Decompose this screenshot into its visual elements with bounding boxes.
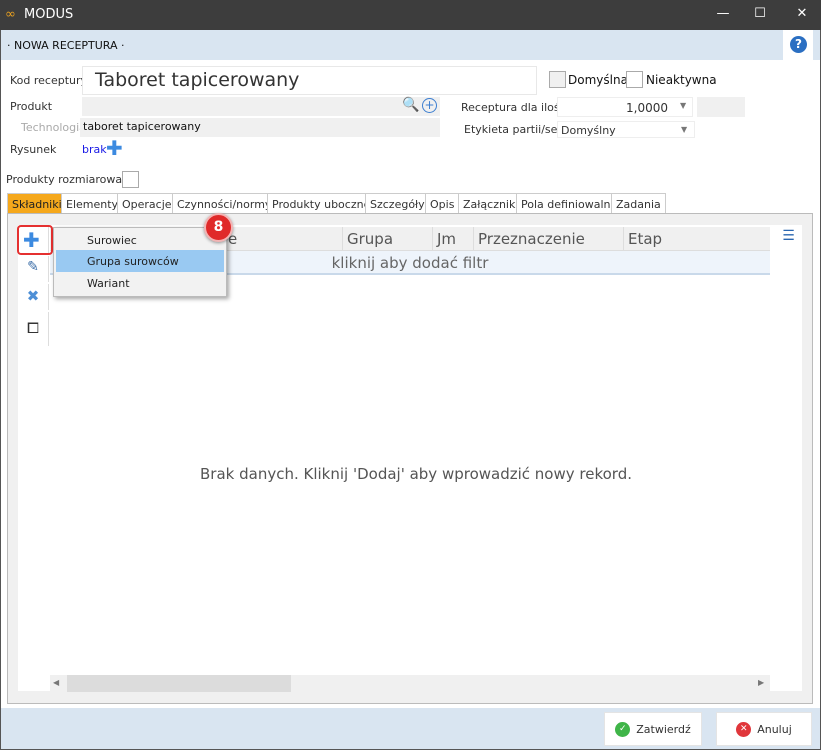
chevron-down-icon[interactable]: ▼ — [680, 101, 686, 110]
delete-button[interactable]: ✖ — [18, 284, 49, 310]
tab-produkty-uboczne[interactable]: Produkty uboczne — [267, 193, 376, 214]
cancel-label: Anuluj — [757, 722, 792, 736]
cancel-x-icon: ✕ — [736, 721, 752, 737]
resize-button[interactable]: ⧠ — [18, 312, 49, 346]
column-header-nazwa[interactable]: e — [224, 227, 343, 251]
close-button[interactable]: ✕ — [792, 6, 812, 21]
confirm-label: Zatwierdź — [636, 722, 691, 736]
etykieta-select[interactable]: Domyślny — [557, 121, 695, 138]
help-icon: ? — [790, 36, 807, 53]
tab-czynnosci[interactable]: Czynności/normy — [172, 193, 277, 214]
column-header-jm[interactable]: Jm — [433, 227, 474, 251]
form-header: · NOWA RECEPTURA · ? — [0, 30, 821, 60]
column-header-przeznaczenie[interactable]: Przeznaczenie — [474, 227, 624, 251]
maximize-button[interactable]: ☐ — [750, 6, 770, 21]
add-drawing-icon[interactable]: ✚ — [106, 138, 123, 158]
menu-item-grupa-surowcow[interactable]: Grupa surowców — [56, 250, 224, 272]
kod-input[interactable]: Taboret tapicerowany — [82, 66, 537, 95]
empty-message: Brak danych. Kliknij 'Dodaj' aby wprowad… — [200, 465, 632, 483]
tab-skladniki[interactable]: Składniki — [7, 193, 67, 214]
menu-item-surowiec[interactable]: Surowiec — [56, 229, 224, 251]
horizontal-scrollbar[interactable]: ◀ ▶ — [50, 675, 770, 692]
produkt-input[interactable] — [82, 97, 440, 116]
nieaktywna-label: Nieaktywna — [646, 73, 717, 87]
column-header-grupa[interactable]: Grupa — [343, 227, 433, 251]
help-button[interactable]: ? — [783, 30, 813, 60]
tab-zadania[interactable]: Zadania — [611, 193, 666, 214]
scroll-left-icon[interactable]: ◀ — [53, 678, 59, 687]
app-logo-icon: ∞ — [5, 7, 16, 22]
step-badge: 8 — [204, 213, 233, 242]
form-title: · NOWA RECEPTURA · — [7, 39, 125, 52]
rozmiarowane-checkbox[interactable] — [122, 171, 139, 188]
pencil-icon: ✎ — [27, 259, 39, 275]
technologia-label: Technologia — [21, 121, 86, 134]
ilosc-label: Receptura dla ilości — [461, 101, 569, 114]
delete-x-icon: ✖ — [26, 287, 40, 305]
resize-icon: ⧠ — [26, 319, 39, 337]
tab-pola-definiowalne[interactable]: Pola definiowalne — [516, 193, 623, 214]
window-title: MODUS — [24, 7, 74, 22]
tab-opis[interactable]: Opis — [425, 193, 460, 214]
tab-zalaczniki[interactable]: Załączniki — [458, 193, 524, 214]
tab-elementy[interactable]: Elementy — [61, 193, 124, 214]
etykieta-label: Etykieta partii/serii — [464, 123, 569, 136]
scroll-right-icon[interactable]: ▶ — [758, 678, 764, 687]
edit-button[interactable]: ✎ — [18, 256, 49, 282]
domyslna-checkbox[interactable] — [549, 71, 566, 88]
cancel-button[interactable]: ✕ Anuluj — [716, 712, 812, 746]
minimize-button[interactable]: — — [713, 6, 733, 21]
rozmiarowane-label: Produkty rozmiarowane — [6, 173, 136, 186]
add-circle-icon[interactable]: + — [422, 98, 437, 113]
tab-szczegoly[interactable]: Szczegóły — [365, 193, 430, 214]
confirm-button[interactable]: ✓ Zatwierdź — [604, 712, 702, 746]
column-chooser-icon[interactable]: ☰ — [775, 228, 802, 250]
domyslna-label: Domyślna — [568, 73, 628, 87]
ilosc-input[interactable]: 1,0000 — [557, 97, 693, 117]
scrollbar-thumb[interactable] — [67, 675, 291, 692]
check-icon: ✓ — [615, 721, 631, 737]
rysunek-link[interactable]: brak — [82, 143, 107, 156]
search-icon[interactable]: 🔍 — [402, 97, 419, 113]
nieaktywna-checkbox[interactable] — [626, 71, 643, 88]
unit-field — [697, 97, 745, 117]
chevron-down-icon[interactable]: ▼ — [681, 125, 687, 134]
kod-label: Kod receptury — [10, 74, 88, 87]
column-header-etap[interactable]: Etap — [624, 227, 770, 251]
highlight-frame — [17, 225, 53, 255]
technologia-input[interactable]: taboret tapicerowany — [80, 118, 440, 137]
title-bar: ∞ MODUS — ☐ ✕ — [0, 0, 821, 30]
menu-item-wariant[interactable]: Wariant — [56, 272, 224, 294]
tab-operacje[interactable]: Operacje — [117, 193, 177, 214]
produkt-label: Produkt — [10, 100, 53, 113]
rysunek-label: Rysunek — [10, 143, 57, 156]
